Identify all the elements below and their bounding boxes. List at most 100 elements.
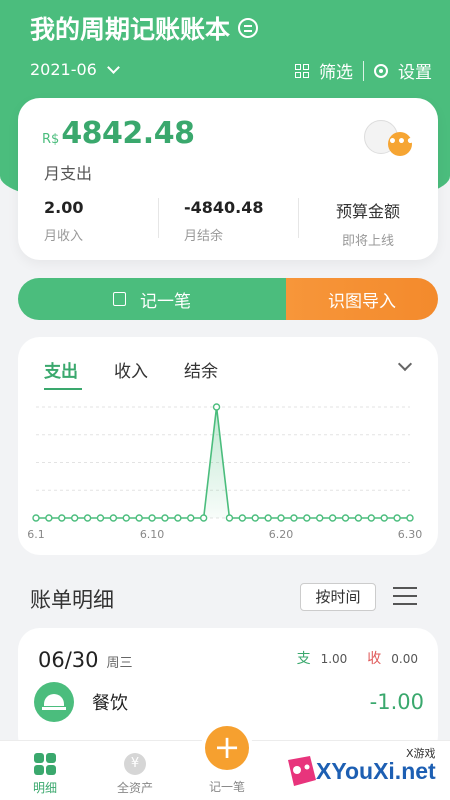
- summary-card: R$ 4842.48 月支出 ••• 2.00 月收入 -4840.48 月结余…: [18, 98, 438, 260]
- expense-amount: 4842.48: [61, 116, 195, 151]
- bill-weekday: 周三: [106, 656, 133, 671]
- data-point: [316, 514, 324, 522]
- data-point: [161, 514, 169, 522]
- data-point: [199, 514, 208, 522]
- edit-icon: [113, 292, 126, 306]
- bill-category: 餐饮: [92, 693, 128, 714]
- day-income-value: 0.00: [391, 652, 418, 666]
- add-record-fab[interactable]: +: [205, 726, 249, 770]
- budget-label: 即将上线: [341, 234, 394, 249]
- app-title-text: 我的周期记账账本: [30, 15, 231, 44]
- tab-income[interactable]: 收入: [114, 357, 148, 382]
- data-point: [290, 514, 298, 522]
- action-bar: 记一笔 识图导入: [18, 278, 438, 320]
- bill-section-title: 账单明细: [30, 588, 114, 612]
- switch-book-icon[interactable]: [238, 18, 259, 38]
- expense-key: 支: [296, 651, 311, 667]
- data-point: [96, 514, 105, 522]
- income-label: 月收入: [44, 229, 84, 244]
- gamepad-logo-icon: [288, 756, 316, 786]
- watermark: XYouXi.net X游戏: [276, 744, 450, 800]
- data-point: [58, 514, 66, 522]
- data-point: [135, 514, 143, 522]
- balance-label: 月结余: [184, 229, 224, 244]
- data-point: [328, 514, 337, 522]
- data-point: [32, 514, 40, 522]
- data-point: [264, 514, 272, 522]
- bill-amount: -1.00: [369, 690, 424, 714]
- income-key: 收: [367, 651, 382, 667]
- data-point: [406, 514, 414, 522]
- data-point: [367, 514, 376, 522]
- data-point: [83, 514, 92, 522]
- stats-row: 2.00 月收入 -4840.48 月结余 预算金额 即将上线: [18, 198, 438, 249]
- app-title[interactable]: 我的周期记账账本: [30, 10, 259, 46]
- yen-icon: ¥: [124, 753, 146, 775]
- details-icon: [34, 753, 56, 775]
- data-point: [380, 514, 388, 522]
- list-view-icon[interactable]: [393, 587, 417, 607]
- watermark-text: XYouXi.net: [316, 758, 436, 784]
- data-point: [70, 514, 79, 522]
- chevron-down-icon: [106, 60, 120, 74]
- tab-assets-label: 全资产: [116, 781, 153, 795]
- tab-details-label: 明细: [32, 781, 57, 795]
- tab-expense[interactable]: 支出: [44, 357, 82, 390]
- data-point: [277, 514, 285, 522]
- data-point: [148, 514, 156, 522]
- data-point: [393, 514, 401, 522]
- expense-line-chart: 6.1 6.10 6.20 6.30: [27, 403, 423, 541]
- budget-value: 预算金额: [335, 202, 400, 221]
- balance-value: -4840.48: [184, 198, 264, 217]
- data-point: [341, 514, 350, 522]
- image-import-button[interactable]: 识图导入: [286, 278, 438, 320]
- data-point: [122, 514, 130, 522]
- record-button[interactable]: 记一笔: [18, 278, 286, 320]
- chart-expand-chevron-icon[interactable]: [397, 356, 413, 372]
- settings-button[interactable]: 设置: [374, 58, 432, 83]
- x-tick-label: 6.10: [140, 528, 165, 541]
- import-label: 识图导入: [328, 291, 396, 312]
- bill-date: 06/30 周三: [38, 648, 133, 672]
- bill-item[interactable]: 餐饮 -1.00: [34, 680, 424, 724]
- tab-assets[interactable]: ¥ 全资产: [90, 741, 180, 800]
- data-point: [251, 514, 259, 522]
- tab-details[interactable]: 明细: [0, 741, 90, 800]
- income-value: 2.00: [44, 198, 84, 217]
- x-tick-label: 6.20: [269, 528, 294, 541]
- expense-label: 月支出: [44, 164, 93, 183]
- data-point: [354, 514, 363, 522]
- data-point: [45, 514, 53, 522]
- filter-label: 筛选: [319, 63, 353, 83]
- data-point: [109, 514, 118, 522]
- chart-tabs: 支出 收入 结余: [44, 357, 254, 390]
- x-tick-label: 6.30: [398, 528, 423, 541]
- monthly-expense-amount: R$ 4842.48: [42, 116, 195, 151]
- currency-symbol: R$: [42, 132, 60, 147]
- data-point: [187, 514, 195, 522]
- stat-income: 2.00 月收入: [18, 198, 158, 244]
- add-record-label: 记一笔: [208, 780, 245, 794]
- chart-card: 支出 收入 结余 6.1 6.10 6.20 6.30: [18, 337, 438, 555]
- action-divider: [363, 60, 364, 81]
- data-point: [225, 514, 234, 522]
- data-point: [303, 514, 311, 522]
- stat-budget[interactable]: 预算金额 即将上线: [298, 198, 438, 249]
- tab-balance[interactable]: 结余: [184, 357, 218, 382]
- data-point: [174, 514, 182, 522]
- settings-label: 设置: [398, 63, 432, 83]
- bill-day-totals: 支 1.00 收 0.00: [297, 648, 418, 668]
- stat-balance: -4840.48 月结余: [158, 198, 298, 244]
- filter-button[interactable]: 筛选: [295, 58, 353, 83]
- dining-icon: [34, 682, 74, 722]
- top-actions: 筛选 设置: [295, 58, 432, 83]
- bill-date-value: 06/30: [38, 648, 99, 672]
- gear-icon: [374, 63, 388, 78]
- watermark-small-text: X游戏: [406, 747, 436, 760]
- month-label: 2021-06: [30, 60, 97, 79]
- more-button[interactable]: •••: [388, 132, 415, 156]
- sort-by-time-button[interactable]: 按时间: [300, 583, 376, 611]
- month-selector[interactable]: 2021-06: [30, 60, 120, 79]
- data-point: [238, 514, 247, 522]
- record-label: 记一笔: [140, 291, 191, 312]
